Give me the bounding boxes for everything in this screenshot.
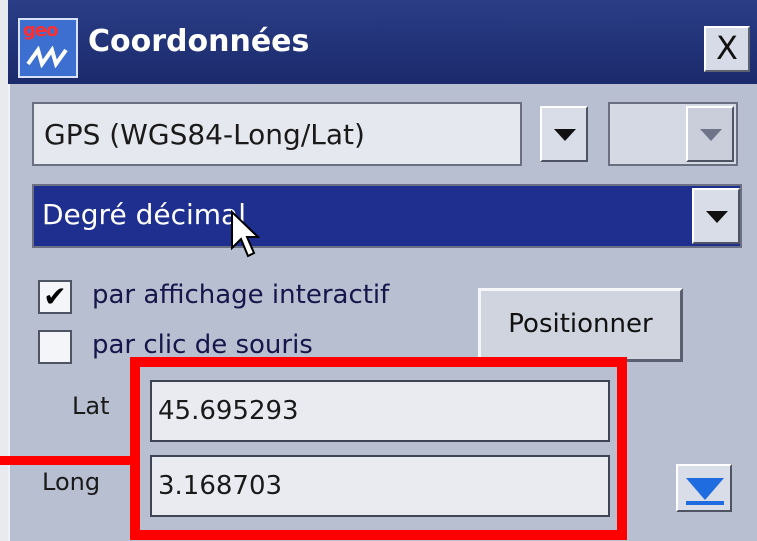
annotation-pointer-line bbox=[0, 456, 140, 465]
title-bar: geo Coordonnées X bbox=[8, 0, 757, 84]
lat-label: Lat bbox=[72, 392, 110, 420]
chevron-down-icon bbox=[554, 129, 576, 141]
expand-down-button[interactable] bbox=[676, 464, 732, 512]
lat-field[interactable]: 45.695293 bbox=[150, 380, 610, 442]
chevron-down-icon bbox=[700, 129, 722, 141]
geo-logo-icon: geo bbox=[18, 18, 78, 78]
long-field[interactable]: 3.168703 bbox=[150, 455, 610, 517]
secondary-dropdown-button[interactable] bbox=[686, 106, 734, 162]
positionner-button[interactable]: Positionner bbox=[478, 288, 683, 362]
mouse-cursor-icon bbox=[231, 210, 260, 258]
long-label: Long bbox=[42, 468, 101, 496]
logo-wave-icon bbox=[26, 46, 68, 68]
mouse-click-checkbox[interactable] bbox=[38, 330, 72, 364]
secondary-select[interactable] bbox=[608, 102, 738, 166]
format-select[interactable]: Degré décimal bbox=[32, 184, 742, 248]
window-title: Coordonnées bbox=[88, 24, 310, 59]
interactive-display-label: par affichage interactif bbox=[92, 280, 390, 310]
arrow-down-icon bbox=[686, 478, 724, 500]
coordinate-system-value: GPS (WGS84-Long/Lat) bbox=[44, 118, 365, 151]
chevron-down-icon bbox=[706, 211, 728, 223]
close-button[interactable]: X bbox=[704, 26, 750, 72]
format-dropdown-button[interactable] bbox=[692, 188, 740, 244]
format-value: Degré décimal bbox=[42, 198, 246, 231]
logo-text: geo bbox=[23, 20, 58, 41]
coordinate-system-dropdown-button[interactable] bbox=[540, 106, 588, 162]
coordinate-system-select[interactable]: GPS (WGS84-Long/Lat) bbox=[32, 102, 522, 166]
interactive-display-checkbox[interactable]: ✔ bbox=[38, 280, 72, 314]
mouse-click-label: par clic de souris bbox=[92, 330, 313, 360]
